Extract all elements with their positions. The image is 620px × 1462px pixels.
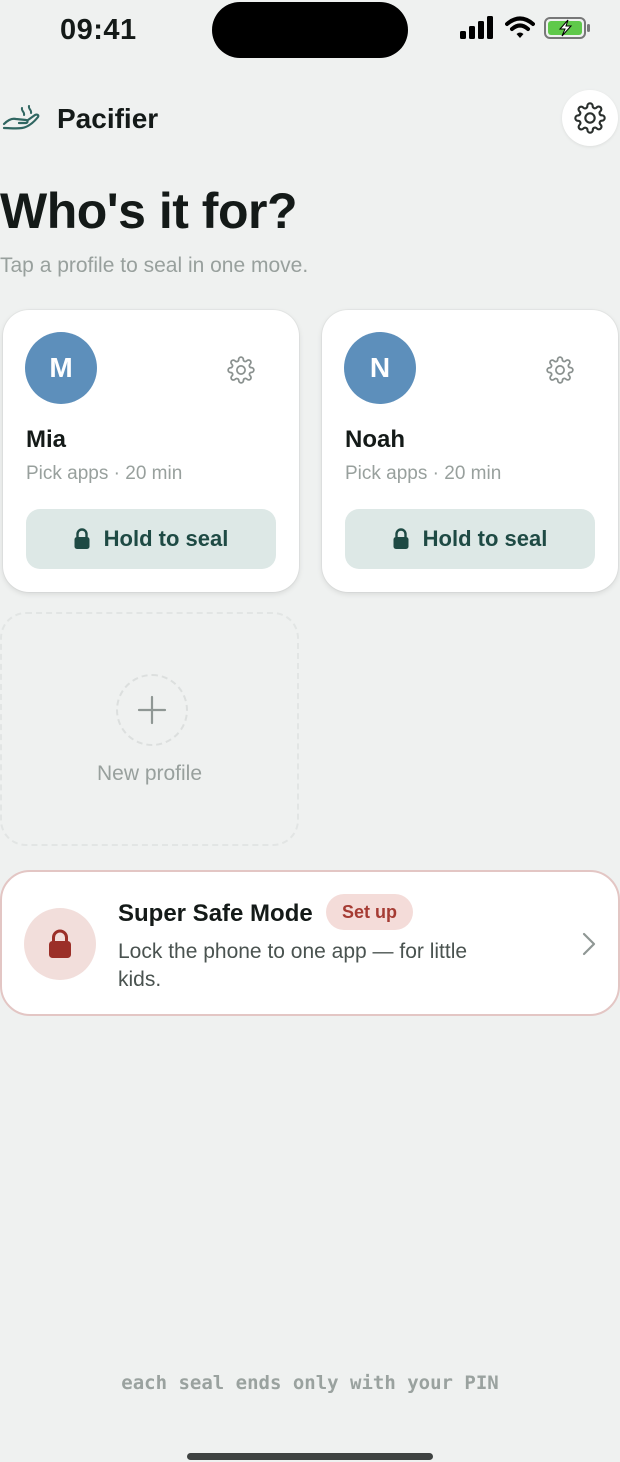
super-safe-title: Super Safe Mode bbox=[118, 900, 313, 927]
status-time: 09:41 bbox=[60, 14, 137, 46]
cellular-signal-icon bbox=[460, 16, 493, 39]
status-bar: 09:41 bbox=[0, 0, 620, 62]
plus-circle bbox=[116, 674, 188, 746]
profile-card-mia[interactable]: M Mia Pick apps · 20 min Hold to seal bbox=[3, 310, 299, 592]
status-icons bbox=[460, 16, 592, 40]
gear-icon[interactable] bbox=[227, 356, 255, 384]
seal-label: Hold to seal bbox=[103, 526, 229, 551]
profile-card-noah[interactable]: N Noah Pick apps · 20 min Hold to seal bbox=[322, 310, 618, 592]
avatar: M bbox=[25, 332, 97, 404]
new-profile-button[interactable]: New profile bbox=[0, 612, 299, 846]
app-name: Pacifier bbox=[57, 103, 159, 134]
chevron-right-icon bbox=[582, 932, 596, 956]
super-safe-mode-card[interactable]: Super Safe Mode Set up Lock the phone to… bbox=[0, 870, 620, 1016]
hold-to-seal-button[interactable]: Hold to seal bbox=[345, 509, 595, 569]
set-up-badge: Set up bbox=[326, 894, 414, 930]
profile-meta: Pick apps · 20 min bbox=[26, 463, 183, 484]
gear-icon[interactable] bbox=[546, 356, 574, 384]
page-title: Who's it for? bbox=[0, 183, 298, 239]
lock-icon bbox=[393, 528, 409, 549]
hold-to-seal-button[interactable]: Hold to seal bbox=[26, 509, 276, 569]
lock-icon bbox=[49, 929, 71, 958]
gear-icon bbox=[574, 102, 606, 134]
page-subtitle: Tap a profile to seal in one move. bbox=[0, 254, 309, 277]
dynamic-island bbox=[212, 2, 408, 58]
hand-icon bbox=[2, 105, 40, 130]
lock-icon bbox=[74, 528, 90, 549]
footer-note: each seal ends only with your PIN bbox=[121, 1372, 499, 1394]
new-profile-label: New profile bbox=[96, 762, 203, 785]
super-safe-description: Lock the phone to one app — for little k… bbox=[118, 940, 468, 991]
profile-name: Noah bbox=[345, 426, 405, 453]
seal-label: Hold to seal bbox=[422, 526, 548, 551]
home-indicator[interactable] bbox=[187, 1453, 433, 1460]
plus-icon bbox=[137, 695, 167, 725]
profile-meta: Pick apps · 20 min bbox=[345, 463, 502, 484]
avatar: N bbox=[344, 332, 416, 404]
settings-button[interactable] bbox=[562, 90, 618, 146]
wifi-icon bbox=[505, 16, 535, 38]
app-header: Pacifier bbox=[0, 90, 620, 148]
safe-lock-circle bbox=[24, 908, 96, 980]
profile-name: Mia bbox=[26, 426, 67, 453]
battery-charging-icon bbox=[544, 17, 590, 39]
